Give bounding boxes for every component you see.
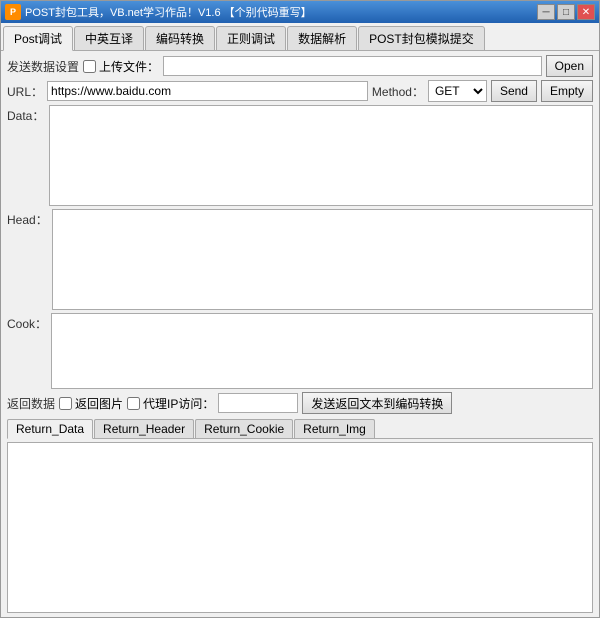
data-field-row: Data：	[7, 105, 593, 206]
window-controls: ─ □ ✕	[537, 4, 595, 20]
cook-field-row: Cook：	[7, 313, 593, 389]
result-area[interactable]	[7, 442, 593, 613]
content-area: 发送数据设置 上传文件： Open URL： Method： GET POST …	[1, 51, 599, 617]
result-tab-return-header[interactable]: Return_Header	[94, 419, 194, 438]
proxy-checkbox-label: 代理IP访问：	[127, 395, 214, 412]
method-select[interactable]: GET POST	[428, 80, 487, 102]
head-field-row: Head：	[7, 209, 593, 310]
tab-regex-debug[interactable]: 正则调试	[216, 26, 286, 50]
close-button[interactable]: ✕	[577, 4, 595, 20]
upload-file-input[interactable]	[163, 56, 542, 76]
main-window: P POST封包工具，VB.net学习作品！V1.6 【个别代码重写】 ─ □ …	[0, 0, 600, 618]
proxy-checkbox[interactable]	[127, 397, 140, 410]
return-img-checkbox[interactable]	[59, 397, 72, 410]
url-input[interactable]	[47, 81, 368, 101]
head-textarea[interactable]	[52, 209, 593, 310]
data-label: Data：	[7, 105, 45, 124]
head-label: Head：	[7, 209, 48, 228]
tab-post-simulate[interactable]: POST封包模拟提交	[358, 26, 485, 50]
app-icon: P	[5, 4, 21, 20]
result-tab-return-cookie[interactable]: Return_Cookie	[195, 419, 293, 438]
tab-data-parse[interactable]: 数据解析	[287, 26, 357, 50]
open-button[interactable]: Open	[546, 55, 593, 77]
method-label: Method：	[372, 83, 424, 100]
window-title: POST封包工具，VB.net学习作品！V1.6 【个别代码重写】	[25, 4, 537, 20]
tab-zh-en[interactable]: 中英互译	[74, 26, 144, 50]
send-settings-label: 发送数据设置	[7, 58, 79, 75]
tab-post-debug[interactable]: Post调试	[3, 26, 73, 51]
result-tab-return-img[interactable]: Return_Img	[294, 419, 375, 438]
return-section: 返回数据 返回图片 代理IP访问： 发送返回文本到编码转换	[7, 392, 593, 414]
cook-label: Cook：	[7, 313, 47, 332]
return-data-label: 返回数据	[7, 395, 55, 412]
return-img-checkbox-label: 返回图片	[59, 395, 123, 412]
url-row: URL： Method： GET POST Send Empty	[7, 80, 593, 102]
url-label: URL：	[7, 83, 43, 100]
proxy-input[interactable]	[218, 393, 298, 413]
empty-button[interactable]: Empty	[541, 80, 593, 102]
result-tabs: Return_Data Return_Header Return_Cookie …	[7, 417, 593, 439]
upload-file-checkbox[interactable]	[83, 60, 96, 73]
result-tab-return-data[interactable]: Return_Data	[7, 419, 93, 439]
cook-textarea[interactable]	[51, 313, 593, 389]
upload-file-label: 上传文件：	[83, 58, 159, 75]
minimize-button[interactable]: ─	[537, 4, 555, 20]
send-settings-row: 发送数据设置 上传文件： Open	[7, 55, 593, 77]
maximize-button[interactable]: □	[557, 4, 575, 20]
title-bar: P POST封包工具，VB.net学习作品！V1.6 【个别代码重写】 ─ □ …	[1, 1, 599, 23]
send-button[interactable]: Send	[491, 80, 537, 102]
encode-return-button[interactable]: 发送返回文本到编码转换	[302, 392, 452, 414]
data-textarea[interactable]	[49, 105, 593, 206]
tab-bar: Post调试 中英互译 编码转换 正则调试 数据解析 POST封包模拟提交	[1, 23, 599, 51]
tab-encode[interactable]: 编码转换	[145, 26, 215, 50]
